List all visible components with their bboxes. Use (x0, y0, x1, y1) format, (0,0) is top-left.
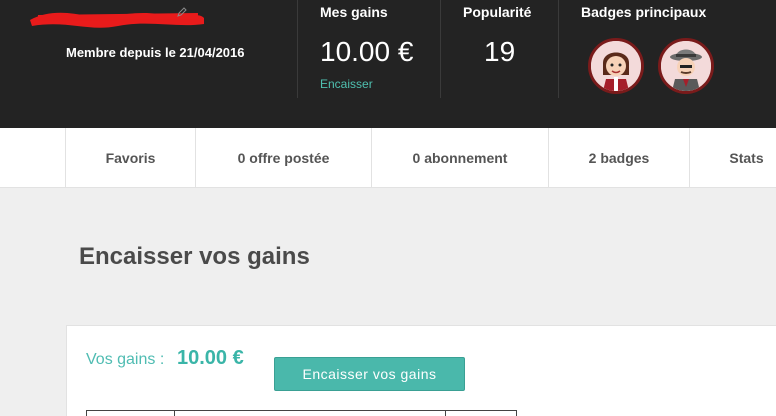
tab-badges[interactable]: 2 badges (548, 128, 689, 188)
girl-character-badge-icon[interactable] (588, 38, 644, 94)
member-since-text: Membre depuis le 21/04/2016 (66, 45, 245, 60)
gains-table (86, 410, 517, 416)
tab-offres[interactable]: 0 offre postée (195, 128, 371, 188)
detective-character-badge-icon[interactable] (658, 38, 714, 94)
popularity-label: Popularité (463, 4, 532, 20)
tab-favoris[interactable]: Favoris (65, 128, 195, 188)
gains-value: 10.00 € (320, 36, 414, 67)
popularity-value: 19 (484, 36, 516, 67)
edit-pencil-icon[interactable] (176, 6, 188, 18)
tab-abonnements[interactable]: 0 abonnement (371, 128, 548, 188)
tab-stats[interactable]: Stats (689, 128, 776, 188)
your-gains-amount: 10.00 € (177, 347, 244, 369)
profile-tabs: Favoris 0 offre postée 0 abonnement 2 ba… (0, 128, 776, 188)
cash-out-link[interactable]: Encaisser (320, 77, 373, 91)
header-divider (558, 0, 559, 98)
badges-label: Badges principaux (581, 4, 707, 20)
table-column-divider (174, 411, 175, 416)
header-divider (440, 0, 441, 98)
table-column-divider (445, 411, 446, 416)
cash-out-button[interactable]: Encaisser vos gains (274, 357, 465, 391)
page-title: Encaisser vos gains (79, 243, 310, 270)
profile-header: Membre depuis le 21/04/2016 Mes gains 10… (0, 0, 776, 128)
your-gains-label: Vos gains : (86, 351, 165, 368)
header-divider (297, 0, 298, 98)
gains-label: Mes gains (320, 4, 388, 20)
